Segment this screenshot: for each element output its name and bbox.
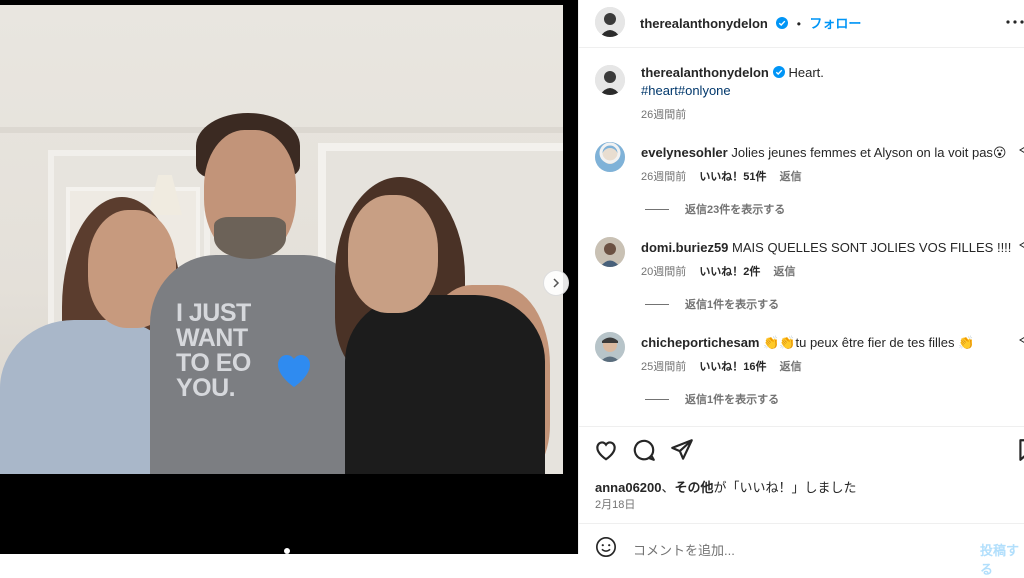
comment-time: 25週間前 xyxy=(641,361,687,373)
more-options-icon[interactable] xyxy=(1005,12,1024,32)
comment-item: domi.buriez59 MAIS QUELLES SONT JOLIES V… xyxy=(579,235,1024,320)
share-paper-plane-icon[interactable] xyxy=(669,437,695,463)
comment-likes[interactable]: いいね！2件 xyxy=(699,266,760,278)
avatar-image xyxy=(595,237,625,267)
comment-text: 👏👏tu peux être fier de tes filles 👏 xyxy=(763,335,975,350)
likes-suffix: が「いいね！」しました xyxy=(713,480,857,495)
comment-text: MAIS QUELLES SONT JOLIES VOS FILLES !!!! xyxy=(732,240,1012,255)
blue-heart-icon xyxy=(278,355,310,387)
avatar-image xyxy=(595,142,625,172)
post-comment-button[interactable]: 投稿する xyxy=(980,540,1024,578)
post-details-panel: therealanthonydelon • フォロー therealanthon… xyxy=(578,0,1024,577)
replies-divider xyxy=(645,303,669,305)
verified-badge-icon xyxy=(776,17,789,29)
first-liker[interactable]: anna06200 xyxy=(595,480,662,495)
view-replies-button[interactable]: 返信1件を表示する xyxy=(645,296,779,312)
add-comment-bar: コメントを追加... 投稿する xyxy=(579,523,1024,577)
comment-likes[interactable]: いいね！16件 xyxy=(699,361,766,373)
like-comment-icon[interactable] xyxy=(1019,241,1024,249)
caption-text: Heart. xyxy=(788,65,824,80)
caption-time: 26週間前 xyxy=(641,109,687,121)
carousel-dot xyxy=(284,548,290,554)
save-bookmark-icon[interactable] xyxy=(1015,437,1024,463)
header-separator: • xyxy=(796,17,801,31)
caption-hashtags[interactable]: #heart#onlyone xyxy=(641,83,731,98)
comment-username[interactable]: chicheportichesam xyxy=(641,335,760,350)
author-username[interactable]: therealanthonydelon xyxy=(640,16,768,31)
comment-time: 26週間前 xyxy=(641,171,687,183)
comment-likes[interactable]: いいね！51件 xyxy=(699,171,766,183)
avatar-image xyxy=(595,65,625,95)
verified-badge-icon xyxy=(772,66,785,78)
view-replies-button[interactable]: 返信1件を表示する xyxy=(645,391,779,407)
comment-username[interactable]: domi.buriez59 xyxy=(641,240,728,255)
action-bar xyxy=(579,426,1024,475)
likes-summary: anna06200、その他が「いいね！」しました xyxy=(595,477,857,496)
post-header: therealanthonydelon • フォロー xyxy=(579,0,1024,48)
comment-item: chicheportichesam 👏👏tu peux être fier de… xyxy=(579,330,1024,415)
view-replies-label: 返信23件を表示する xyxy=(685,204,786,216)
middle-person-beard xyxy=(214,217,286,259)
replies-divider xyxy=(645,398,669,400)
like-comment-icon[interactable] xyxy=(1019,146,1024,154)
comment-username[interactable]: evelynesohler xyxy=(641,145,728,160)
comment-time: 20週間前 xyxy=(641,266,687,278)
commenter-avatar[interactable] xyxy=(595,237,625,267)
post-date: 2月18日 xyxy=(595,499,636,511)
emoji-smiley-icon[interactable] xyxy=(595,536,617,558)
reply-button[interactable]: 返信 xyxy=(780,361,802,373)
view-replies-label: 返信1件を表示する xyxy=(685,299,780,311)
follow-button[interactable]: フォロー xyxy=(809,16,861,31)
reply-button[interactable]: 返信 xyxy=(780,171,802,183)
likes-others-link[interactable]: その他 xyxy=(675,480,714,495)
view-replies-label: 返信1件を表示する xyxy=(685,394,780,406)
caption-author-avatar[interactable] xyxy=(595,65,625,95)
author-avatar[interactable] xyxy=(595,7,625,37)
chevron-right-icon xyxy=(553,278,560,288)
commenter-avatar[interactable] xyxy=(595,142,625,172)
post-media: I JUST WANT TO EO YOU. xyxy=(0,0,578,554)
post-photo: I JUST WANT TO EO YOU. xyxy=(0,5,563,474)
comment-bubble-icon[interactable] xyxy=(631,437,657,463)
shirt-line: I JUST xyxy=(176,299,251,327)
caption-username[interactable]: therealanthonydelon xyxy=(641,65,769,80)
avatar-image xyxy=(595,332,625,362)
likes-separator: 、 xyxy=(661,480,675,495)
comment-input[interactable]: コメントを追加... xyxy=(633,540,735,559)
view-replies-button[interactable]: 返信23件を表示する xyxy=(645,201,785,217)
avatar-image xyxy=(595,7,625,37)
comment-text: Jolies jeunes femmes et Alyson on la voi… xyxy=(731,145,1007,160)
commenter-avatar[interactable] xyxy=(595,332,625,362)
like-comment-icon[interactable] xyxy=(1019,336,1024,344)
comment-item: evelynesohler Jolies jeunes femmes et Al… xyxy=(579,140,1024,225)
caption: therealanthonydelon Heart. #heart#onlyon… xyxy=(579,62,1024,122)
right-person-face xyxy=(348,195,438,313)
like-heart-icon[interactable] xyxy=(593,437,619,463)
reply-button[interactable]: 返信 xyxy=(774,266,796,278)
replies-divider xyxy=(645,208,669,210)
right-person-body xyxy=(345,295,545,474)
next-image-button[interactable] xyxy=(543,270,569,296)
